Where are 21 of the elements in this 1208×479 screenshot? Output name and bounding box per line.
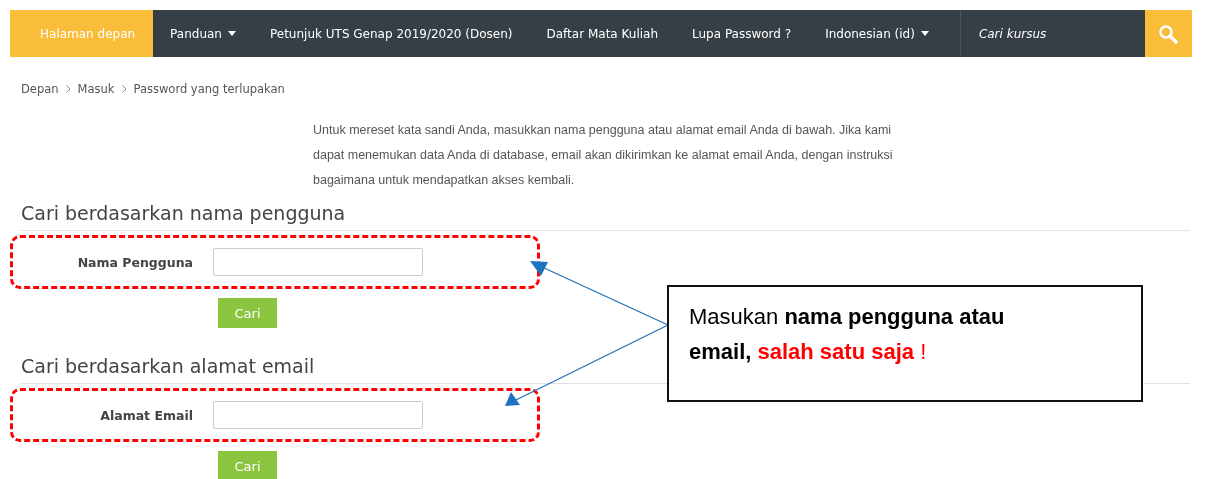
nav-link[interactable]: Indonesian (id) xyxy=(808,10,946,57)
nav-link[interactable]: Lupa Password ? xyxy=(675,10,809,57)
nav-link[interactable]: Daftar Mata Kuliah xyxy=(529,10,675,57)
search-icon xyxy=(1158,23,1179,44)
input-field[interactable] xyxy=(213,401,423,429)
search-field[interactable]: Cari kursus xyxy=(959,10,1145,57)
breadcrumb-current[interactable]: Password yang terlupakan xyxy=(133,82,285,96)
instruction-text: Untuk mereset kata sandi Anda, masukkan nama pengguna atau alamat email Anda di bawah. Jika kami dapat menemukan data Anda di database, email akan dikirimkan ke alamat email Anda, dengan instruksi bagaimana untuk mendapatkan akses kembali. xyxy=(313,122,893,189)
nav-link[interactable]: Petunjuk UTS Genap 2019/2020 (Dosen) xyxy=(252,10,530,57)
search-button[interactable] xyxy=(1144,10,1192,57)
field-label: Alamat Email xyxy=(99,407,193,423)
nav-link[interactable]: Panduan xyxy=(153,10,253,57)
chevron-icon xyxy=(65,85,71,93)
section-heading: Cari berdasarkan nama pengguna xyxy=(21,201,346,226)
breadcrumb-link[interactable]: Masuk xyxy=(77,82,115,96)
field-label: Nama Pengguna xyxy=(76,254,193,270)
chevron-icon xyxy=(121,85,127,93)
input-field[interactable] xyxy=(213,248,423,276)
breadcrumb-link[interactable]: Depan xyxy=(21,82,59,96)
callout-text: Masukan nama pengguna atau email, salah satu saja ! xyxy=(689,303,1006,366)
section-heading: Cari berdasarkan alamat email xyxy=(21,354,315,379)
